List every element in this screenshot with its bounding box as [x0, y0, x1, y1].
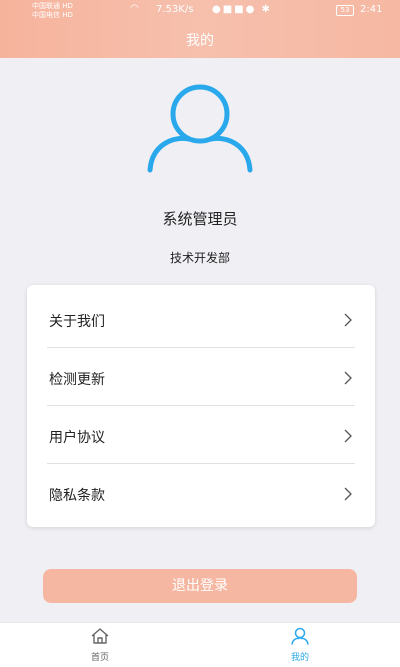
- net-speed: 7.53K/s: [156, 4, 194, 15]
- user-icon: [291, 627, 309, 645]
- avatar-icon: [147, 84, 253, 173]
- tab-label: 我的: [290, 653, 309, 663]
- chevron-right-icon: [344, 313, 352, 327]
- menu-item-privacy[interactable]: 隐私条款: [27, 465, 375, 523]
- logout-button[interactable]: 退出登录: [43, 569, 357, 603]
- home-icon: [91, 628, 109, 644]
- menu-item-check-update[interactable]: 检测更新: [27, 349, 375, 407]
- battery-icon: 53: [336, 5, 354, 16]
- menu-item-label: 隐私条款: [49, 488, 105, 504]
- carrier-1: 中国联通 HD: [32, 2, 73, 10]
- page-title: 我的: [186, 33, 214, 49]
- tab-label: 首页: [90, 653, 109, 663]
- user-department: 技术开发部: [169, 251, 230, 265]
- settings-menu: 关于我们 检测更新 用户协议 隐私条款: [27, 285, 375, 527]
- menu-item-label: 用户协议: [49, 430, 105, 446]
- menu-item-label: 检测更新: [49, 372, 105, 388]
- menu-item-about[interactable]: 关于我们: [27, 291, 375, 349]
- chevron-right-icon: [344, 371, 352, 385]
- notification-icons: ●■■● ✱: [212, 4, 272, 15]
- status-bar: 中国联通 HD 中国电信 HD ◠ 7.53K/s ●■■● ✱ 53 2:41: [0, 0, 400, 22]
- wifi-icon: ◠: [130, 3, 139, 14]
- chevron-right-icon: [344, 429, 352, 443]
- chevron-right-icon: [344, 487, 352, 501]
- clock: 2:41: [360, 4, 383, 15]
- divider: [47, 347, 355, 348]
- carrier-2: 中国电信 HD: [32, 11, 73, 19]
- menu-item-user-agreement[interactable]: 用户协议: [27, 407, 375, 465]
- divider: [47, 405, 355, 406]
- header: 中国联通 HD 中国电信 HD ◠ 7.53K/s ●■■● ✱ 53 2:41…: [0, 0, 400, 58]
- divider: [47, 463, 355, 464]
- tab-mine[interactable]: 我的: [270, 627, 330, 663]
- user-name: 系统管理员: [162, 210, 238, 228]
- menu-item-label: 关于我们: [49, 314, 105, 330]
- carrier-info: 中国联通 HD 中国电信 HD: [32, 2, 73, 20]
- tab-bar: 首页 我的: [0, 622, 400, 667]
- tab-home[interactable]: 首页: [70, 627, 130, 663]
